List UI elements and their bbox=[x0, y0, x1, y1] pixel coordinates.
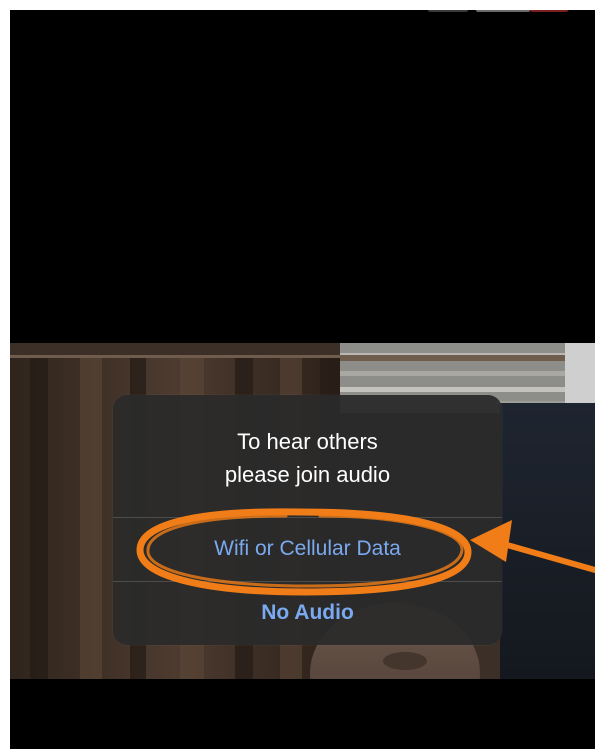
dialog-title: To hear others please join audio bbox=[113, 425, 502, 491]
wifi-or-cellular-data-button[interactable]: Wifi or Cellular Data bbox=[113, 518, 502, 580]
join-audio-dialog: To hear others please join audio Wifi or… bbox=[113, 395, 502, 645]
zoom-meeting-screen: To hear others please join audio Wifi or… bbox=[10, 10, 595, 749]
no-audio-button[interactable]: No Audio bbox=[113, 582, 502, 644]
dialog-title-line-2: please join audio bbox=[224, 462, 391, 487]
dialog-title-line-1: To hear others bbox=[237, 429, 378, 454]
status-bar-edge bbox=[420, 10, 595, 14]
